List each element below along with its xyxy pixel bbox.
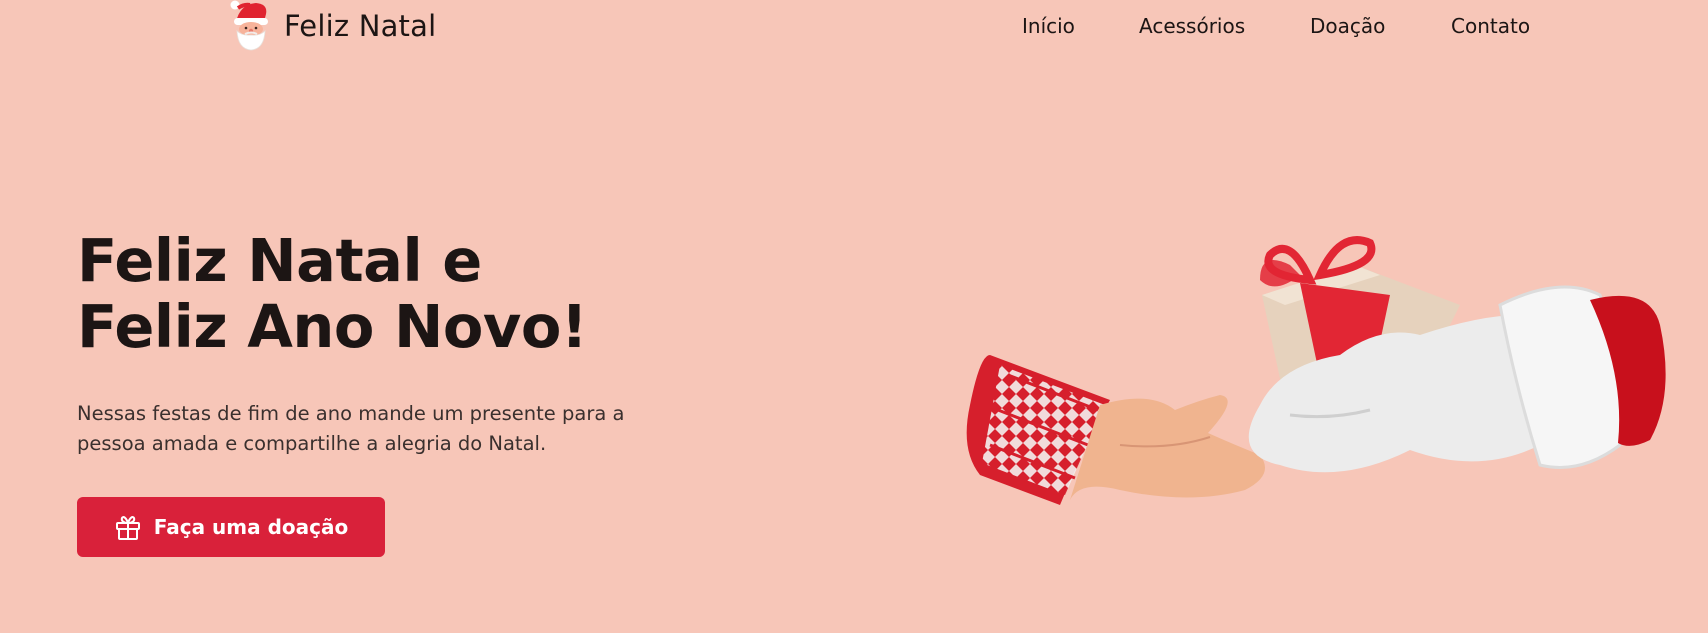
nav-item-acessorios[interactable]: Acessórios (1139, 14, 1245, 38)
gift-exchange-illustration (966, 236, 1666, 505)
nav-item-inicio[interactable]: Início (1022, 14, 1075, 38)
santa-claus-icon (230, 0, 268, 51)
donate-button[interactable]: Faça uma doação (77, 497, 385, 557)
hero-description: Nessas festas de fim de ano mande um pre… (77, 402, 625, 455)
hero-title-line-2: Feliz Ano Novo! (77, 292, 588, 361)
brand-logo[interactable]: Feliz Natal (230, 0, 436, 52)
brand-name: Feliz Natal (284, 9, 437, 43)
left-hand (1070, 395, 1265, 500)
hero-title-line-1: Feliz Natal e (77, 226, 482, 295)
gift-icon (115, 516, 140, 540)
nav-item-doacao[interactable]: Doação (1310, 14, 1385, 38)
nav-item-contato[interactable]: Contato (1451, 14, 1530, 38)
donate-button-label: Faça uma doação (153, 515, 349, 539)
hero-title: Feliz Natal e Feliz Ano Novo! (77, 226, 588, 361)
